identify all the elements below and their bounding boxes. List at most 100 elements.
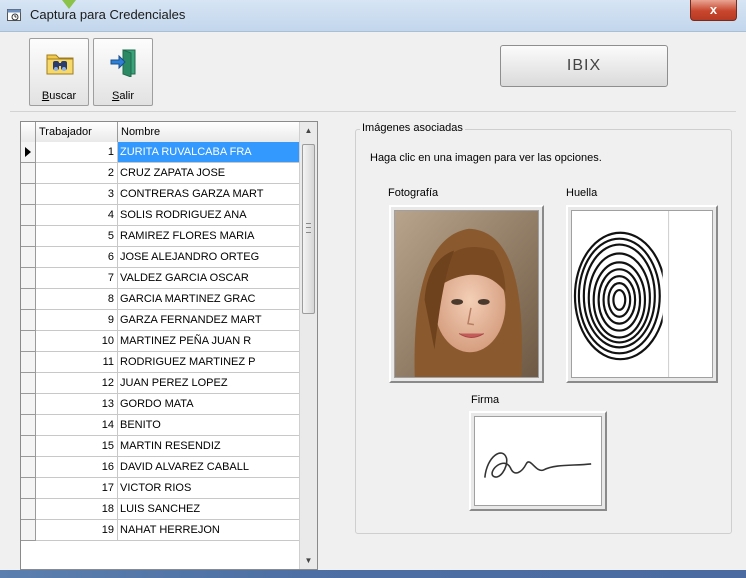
cell-trabajador[interactable]: 10 xyxy=(36,331,118,352)
salir-button[interactable]: Salir xyxy=(93,38,153,106)
cell-nombre[interactable]: CRUZ ZAPATA JOSE xyxy=(118,163,299,184)
row-selector[interactable] xyxy=(21,163,36,184)
row-selector[interactable] xyxy=(21,499,36,520)
cell-nombre[interactable]: MARTINEZ PEÑA JUAN R xyxy=(118,331,299,352)
table-row[interactable]: 8 GARCIA MARTINEZ GRAC xyxy=(21,289,299,310)
bottom-status-strip xyxy=(0,570,746,578)
cell-nombre[interactable]: MARTIN RESENDIZ xyxy=(118,436,299,457)
table-row[interactable]: 12 JUAN PEREZ LOPEZ xyxy=(21,373,299,394)
cell-trabajador[interactable]: 8 xyxy=(36,289,118,310)
binoculars-folder-icon xyxy=(46,54,74,75)
cell-trabajador[interactable]: 6 xyxy=(36,247,118,268)
exit-door-icon xyxy=(110,49,136,77)
row-selector[interactable] xyxy=(21,268,36,289)
cell-nombre[interactable]: RODRIGUEZ MARTINEZ P xyxy=(118,352,299,373)
cell-trabajador[interactable]: 4 xyxy=(36,205,118,226)
row-selector[interactable] xyxy=(21,394,36,415)
cell-nombre[interactable]: GARCIA MARTINEZ GRAC xyxy=(118,289,299,310)
cell-trabajador[interactable]: 2 xyxy=(36,163,118,184)
row-selector[interactable] xyxy=(21,352,36,373)
cell-nombre[interactable]: CONTRERAS GARZA MART xyxy=(118,184,299,205)
cell-trabajador[interactable]: 5 xyxy=(36,226,118,247)
table-row[interactable]: 14 BENITO xyxy=(21,415,299,436)
cell-nombre[interactable]: JOSE ALEJANDRO ORTEG xyxy=(118,247,299,268)
row-selector[interactable] xyxy=(21,415,36,436)
cell-trabajador[interactable]: 1 xyxy=(36,142,118,163)
row-selector[interactable] xyxy=(21,226,36,247)
scroll-down-icon[interactable]: ▼ xyxy=(300,552,317,569)
cell-trabajador[interactable]: 7 xyxy=(36,268,118,289)
cell-trabajador[interactable]: 13 xyxy=(36,394,118,415)
cell-trabajador[interactable]: 16 xyxy=(36,457,118,478)
cell-trabajador[interactable]: 9 xyxy=(36,310,118,331)
cell-nombre[interactable]: SOLIS RODRIGUEZ ANA xyxy=(118,205,299,226)
table-row[interactable]: 19 NAHAT HERREJON xyxy=(21,520,299,541)
table-row[interactable]: 5 RAMIREZ FLORES MARIA xyxy=(21,226,299,247)
table-row[interactable]: 10 MARTINEZ PEÑA JUAN R xyxy=(21,331,299,352)
cell-nombre[interactable]: RAMIREZ FLORES MARIA xyxy=(118,226,299,247)
scroll-thumb[interactable] xyxy=(302,144,315,314)
cell-nombre[interactable]: NAHAT HERREJON xyxy=(118,520,299,541)
row-selector[interactable] xyxy=(21,520,36,541)
table-row[interactable]: 1 ZURITA RUVALCABA FRA xyxy=(21,142,299,163)
ibix-button[interactable]: IBIX xyxy=(500,45,668,87)
employee-grid[interactable]: Trabajador Nombre 1 ZURITA RUVALCABA FRA 2… xyxy=(20,121,318,570)
table-row[interactable]: 9 GARZA FERNANDEZ MART xyxy=(21,310,299,331)
row-selector[interactable] xyxy=(21,478,36,499)
cell-nombre[interactable]: JUAN PEREZ LOPEZ xyxy=(118,373,299,394)
buscar-button[interactable]: Buscar xyxy=(29,38,89,106)
pointer-arrow-icon xyxy=(62,0,76,9)
cell-trabajador[interactable]: 12 xyxy=(36,373,118,394)
row-selector[interactable] xyxy=(21,331,36,352)
salir-label: Salir xyxy=(111,90,134,102)
fingerprint-frame[interactable] xyxy=(566,205,718,383)
table-row[interactable]: 11 RODRIGUEZ MARTINEZ P xyxy=(21,352,299,373)
cell-nombre[interactable]: ZURITA RUVALCABA FRA xyxy=(118,142,299,163)
current-row-indicator-icon[interactable] xyxy=(21,142,36,163)
buscar-label: Buscar xyxy=(41,90,77,102)
cell-nombre[interactable]: BENITO xyxy=(118,415,299,436)
cell-nombre[interactable]: VICTOR RIOS xyxy=(118,478,299,499)
cell-trabajador[interactable]: 18 xyxy=(36,499,118,520)
row-selector[interactable] xyxy=(21,289,36,310)
title-bar: Captura para Credenciales x xyxy=(0,0,746,32)
row-selector[interactable] xyxy=(21,184,36,205)
table-row[interactable]: 2 CRUZ ZAPATA JOSE xyxy=(21,163,299,184)
table-row[interactable]: 13 GORDO MATA xyxy=(21,394,299,415)
row-selector[interactable] xyxy=(21,247,36,268)
cell-trabajador[interactable]: 17 xyxy=(36,478,118,499)
table-row[interactable]: 7 VALDEZ GARCIA OSCAR xyxy=(21,268,299,289)
table-row[interactable]: 3 CONTRERAS GARZA MART xyxy=(21,184,299,205)
column-header-trabajador[interactable]: Trabajador xyxy=(36,122,118,142)
row-selector[interactable] xyxy=(21,373,36,394)
close-button[interactable]: x xyxy=(690,0,737,21)
cell-trabajador[interactable]: 19 xyxy=(36,520,118,541)
table-row[interactable]: 16 DAVID ALVAREZ CABALL xyxy=(21,457,299,478)
cell-trabajador[interactable]: 14 xyxy=(36,415,118,436)
cell-nombre[interactable]: GORDO MATA xyxy=(118,394,299,415)
cell-trabajador[interactable]: 15 xyxy=(36,436,118,457)
table-row[interactable]: 4 SOLIS RODRIGUEZ ANA xyxy=(21,205,299,226)
vertical-scrollbar[interactable]: ▲ ▼ xyxy=(299,122,317,569)
column-header-nombre[interactable]: Nombre xyxy=(118,122,299,142)
row-selector[interactable] xyxy=(21,436,36,457)
grid-header: Trabajador Nombre xyxy=(21,122,299,143)
photo-frame[interactable] xyxy=(389,205,544,383)
scroll-up-icon[interactable]: ▲ xyxy=(300,122,317,139)
row-selector[interactable] xyxy=(21,205,36,226)
table-row[interactable]: 17 VICTOR RIOS xyxy=(21,478,299,499)
table-row[interactable]: 6 JOSE ALEJANDRO ORTEG xyxy=(21,247,299,268)
signature-frame[interactable] xyxy=(469,411,607,511)
cell-nombre[interactable]: LUIS SANCHEZ xyxy=(118,499,299,520)
table-row[interactable]: 15 MARTIN RESENDIZ xyxy=(21,436,299,457)
cell-trabajador[interactable]: 11 xyxy=(36,352,118,373)
row-selector[interactable] xyxy=(21,457,36,478)
cell-nombre[interactable]: VALDEZ GARCIA OSCAR xyxy=(118,268,299,289)
row-selector[interactable] xyxy=(21,310,36,331)
cell-nombre[interactable]: GARZA FERNANDEZ MART xyxy=(118,310,299,331)
cell-trabajador[interactable]: 3 xyxy=(36,184,118,205)
cell-nombre[interactable]: DAVID ALVAREZ CABALL xyxy=(118,457,299,478)
table-row[interactable]: 18 LUIS SANCHEZ xyxy=(21,499,299,520)
window-title: Captura para Credenciales xyxy=(30,7,186,22)
signature-label: Firma xyxy=(471,394,500,406)
